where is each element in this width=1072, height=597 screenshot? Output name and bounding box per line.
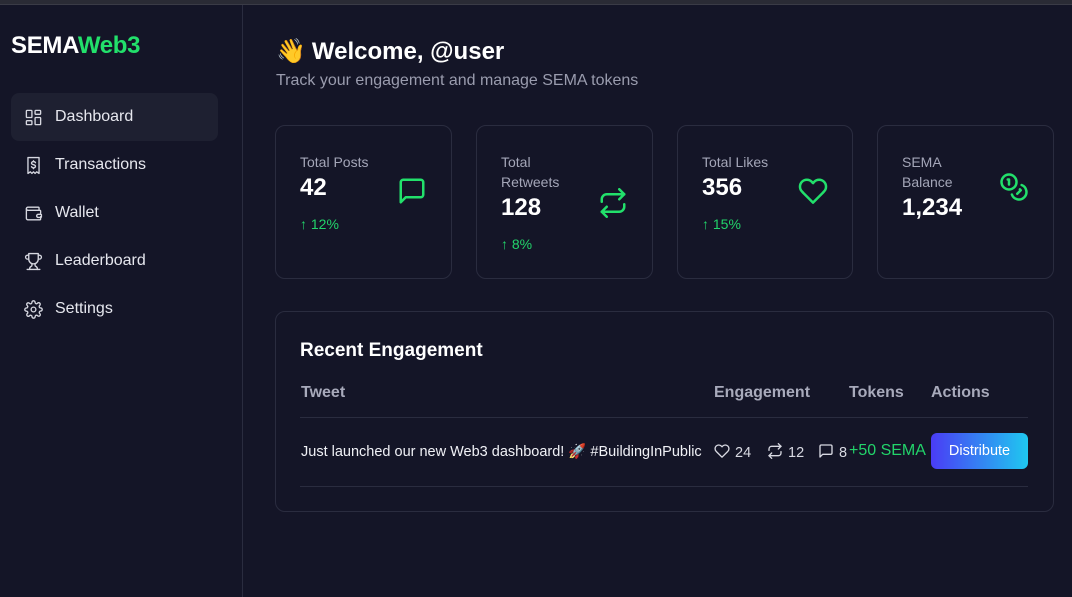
stat-label: Total Posts: [300, 154, 369, 170]
sidebar-item-label: Dashboard: [55, 108, 134, 125]
gear-icon: [23, 299, 43, 319]
comment-icon: [818, 443, 839, 463]
comments-value: 8: [839, 445, 848, 461]
stat-value: 42: [300, 174, 327, 201]
heart-icon: [798, 176, 828, 206]
sidebar-item-wallet[interactable]: Wallet: [11, 189, 218, 237]
retweets-count: 12: [767, 443, 804, 463]
retweets-value: 12: [788, 445, 805, 461]
stat-card-total-posts: Total Posts 42 ↑ 12%: [275, 125, 452, 279]
stat-label: SEMA Balance: [902, 154, 953, 190]
sidebar-item-label: Wallet: [55, 204, 99, 221]
logo-text-web3: Web3: [77, 32, 141, 59]
repeat-icon: [767, 443, 788, 463]
logo-text-sema: SEMA: [11, 32, 78, 59]
stat-value: 1,234: [902, 194, 963, 221]
waving-hand-emoji: 👋: [276, 38, 306, 65]
panel-title: Recent Engagement: [300, 340, 483, 361]
coins-icon: [999, 172, 1029, 202]
message-square-icon: [397, 176, 427, 206]
distribute-button[interactable]: Distribute: [931, 433, 1028, 469]
trophy-icon: [23, 251, 43, 271]
column-header-engagement: Engagement: [714, 384, 811, 401]
stat-delta: ↑ 15%: [702, 216, 741, 232]
stat-label: Total Retweets: [501, 154, 560, 190]
heart-icon: [714, 443, 735, 463]
sidebar-item-transactions[interactable]: Transactions: [11, 141, 218, 189]
column-header-tokens: Tokens: [849, 384, 904, 401]
sidebar-item-settings[interactable]: Settings: [11, 285, 218, 333]
recent-engagement-panel: Recent Engagement Tweet Engagement Token…: [275, 311, 1054, 512]
likes-value: 24: [735, 445, 752, 461]
sidebar-item-label: Transactions: [55, 156, 146, 173]
table-row: Just launched our new Web3 dashboard! 🚀 …: [300, 418, 1028, 486]
page-title: 👋 Welcome, @user: [276, 37, 504, 66]
sidebar-item-label: Leaderboard: [55, 252, 146, 269]
stat-delta: ↑ 12%: [300, 216, 339, 232]
sidebar-nav: Dashboard Transactions Wallet Leaderboar…: [11, 93, 218, 333]
sidebar: SEMAWeb3 Dashboard Transactions Wallet L…: [0, 5, 243, 597]
sidebar-item-label: Settings: [55, 300, 113, 317]
main-content: 👋 Welcome, @user Track your engagement a…: [243, 5, 1072, 597]
tweet-text: Just launched our new Web3 dashboard! 🚀 …: [301, 444, 702, 460]
dashboard-icon: [23, 107, 43, 127]
sidebar-item-leaderboard[interactable]: Leaderboard: [11, 237, 218, 285]
wallet-icon: [23, 203, 43, 223]
likes-count: 24: [714, 443, 751, 463]
stat-card-total-retweets: Total Retweets 128 ↑ 8%: [476, 125, 653, 279]
comments-count: 8: [818, 443, 847, 463]
receipt-dollar-icon: [23, 155, 43, 175]
page-subtitle: Track your engagement and manage SEMA to…: [276, 72, 639, 89]
sidebar-item-dashboard[interactable]: Dashboard: [11, 93, 218, 141]
repeat-icon: [598, 188, 628, 218]
stat-value: 356: [702, 174, 743, 201]
column-header-tweet: Tweet: [301, 384, 346, 401]
stat-label: Total Likes: [702, 154, 769, 170]
stat-card-sema-balance: SEMA Balance 1,234: [877, 125, 1054, 279]
column-header-actions: Actions: [931, 384, 990, 401]
tokens-earned: +50 SEMA: [849, 442, 926, 459]
stat-delta: ↑ 8%: [501, 236, 533, 252]
stat-card-total-likes: Total Likes 356 ↑ 15%: [677, 125, 853, 279]
welcome-text: Welcome, @user: [311, 37, 505, 65]
stat-value: 128: [501, 194, 542, 221]
table-divider: [300, 486, 1028, 487]
app-logo[interactable]: SEMAWeb3: [11, 32, 141, 60]
